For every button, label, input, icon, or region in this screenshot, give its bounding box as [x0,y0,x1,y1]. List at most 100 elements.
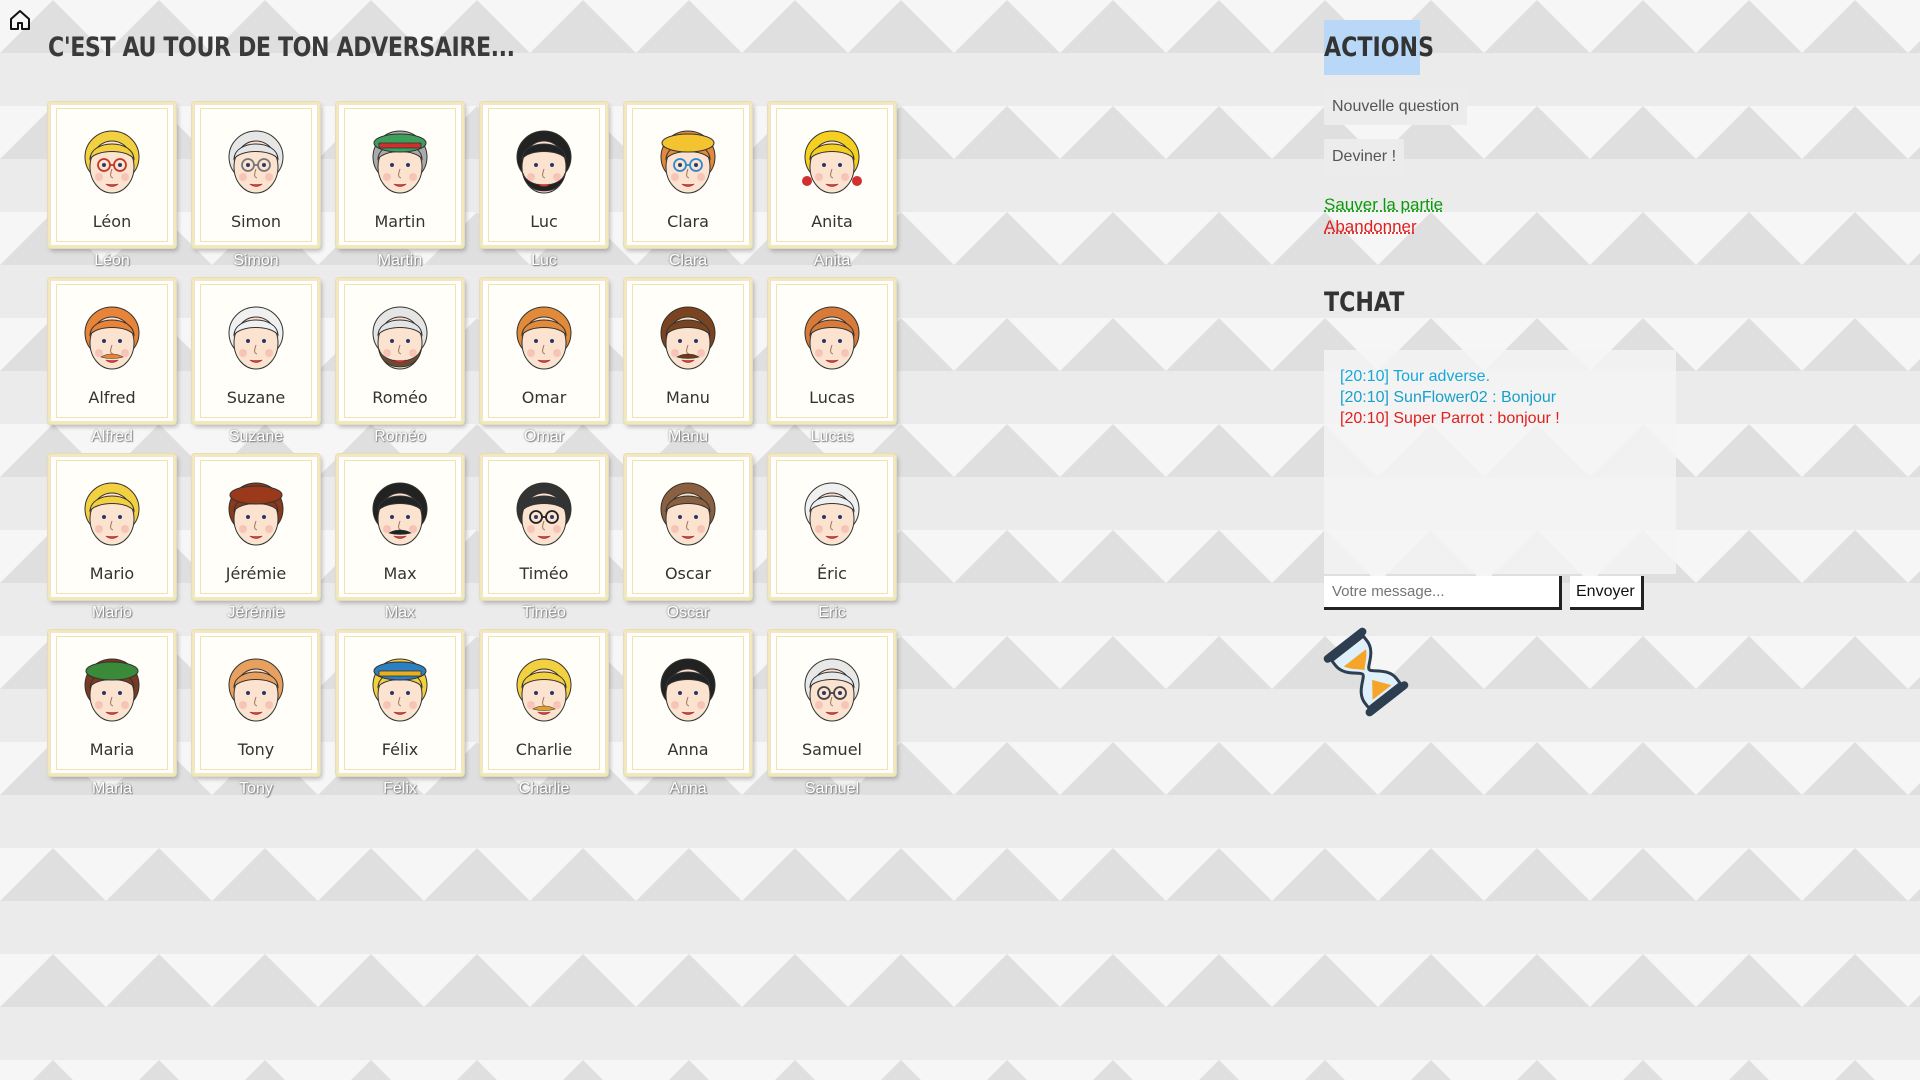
side-panel: ACTIONS Nouvelle question Deviner ! Sauv… [1323,20,1684,725]
character-card[interactable]: Omar Omar [480,278,608,445]
character-card[interactable]: Mario Mario [48,454,176,621]
chat-message: [20:10] Super Parrot : bonjour ! [1340,410,1560,427]
character-card[interactable]: Tony Tony [192,630,320,797]
character-portrait [372,482,428,546]
card-inner: Oscar [632,460,744,594]
character-card[interactable]: Jérémie Jérémie [192,454,320,621]
card-caption: Mario [91,604,132,621]
character-portrait [372,130,428,194]
character-portrait [228,658,284,722]
save-game-link[interactable]: Sauver la partie [1324,195,1684,215]
character-portrait [516,306,572,370]
character-card[interactable]: Léon Léon [48,102,176,269]
character-card[interactable]: Clara Clara [624,102,752,269]
character-card[interactable]: Anna Anna [624,630,752,797]
card-inner: Roméo [344,284,456,418]
character-card[interactable]: Simon Simon [192,102,320,269]
character-portrait [660,482,716,546]
character-portrait [804,658,860,722]
card-name: Simon [230,212,282,231]
card-inner: Tony [200,636,312,770]
card-inner: Martin [344,108,456,242]
board-row: Maria Maria Tony Tony Félix Félix Charlie Charl… [48,630,908,797]
board-row: Mario Mario Jérémie Jérémie Max Max Timéo Timéo… [48,454,908,621]
board-row: Léon Léon Simon Simon Martin Martin Luc Luc Clar… [48,102,908,269]
card-inner: Alfred [56,284,168,418]
card-caption: Roméo [374,428,426,445]
card-name: Oscar [664,564,712,583]
card-inner: Jérémie [200,460,312,594]
card-inner: Max [344,460,456,594]
card-caption: Charlie [518,780,570,797]
card-inner: Lucas [776,284,888,418]
character-card[interactable]: Charlie Charlie [480,630,608,797]
card-name: Tony [237,740,275,759]
character-portrait [660,306,716,370]
character-portrait [84,130,140,194]
chat-log[interactable]: [20:10] Tour adverse. [20:10] SunFlower02… [1324,350,1676,574]
home-button[interactable] [8,8,32,32]
card-inner: Anita [776,108,888,242]
card-caption: Suzane [228,428,284,445]
card-caption: Maria [91,780,132,797]
character-card[interactable]: Éric Eric [768,454,896,621]
character-card[interactable]: Luc Luc [480,102,608,269]
card-caption: Tony [239,780,273,797]
card-caption: Max [384,604,416,621]
card-inner: Félix [344,636,456,770]
character-portrait [228,130,284,194]
card-caption: Félix [383,780,417,797]
send-button[interactable]: Envoyer [1570,576,1644,610]
new-question-button[interactable]: Nouvelle question [1324,89,1468,125]
character-card[interactable]: Alfred Alfred [48,278,176,445]
character-portrait [804,306,860,370]
guess-button[interactable]: Deviner ! [1324,139,1405,175]
abandon-link[interactable]: Abandonner [1324,217,1684,237]
card-name: Jérémie [225,564,287,583]
character-card[interactable]: Martin Martin [336,102,464,269]
character-card[interactable]: Roméo Roméo [336,278,464,445]
character-card[interactable]: Samuel Samuel [768,630,896,797]
card-caption: Anna [669,780,707,797]
character-portrait [660,658,716,722]
card-inner: Mario [56,460,168,594]
card-inner: Léon [56,108,168,242]
card-name: Clara [667,212,709,231]
card-name: Mario [89,564,135,583]
character-card[interactable]: Anita Anita [768,102,896,269]
card-caption: Omar [524,428,564,445]
character-portrait [516,482,572,546]
character-portrait [516,130,572,194]
card-name: Maria [89,740,135,759]
card-caption: Jérémie [227,604,285,621]
board-row: Alfred Alfred Suzane Suzane Roméo Roméo Omar Om… [48,278,908,445]
character-card[interactable]: Manu Manu [624,278,752,445]
card-inner: Anna [632,636,744,770]
card-caption: Oscar [666,604,710,621]
character-card[interactable]: Félix Félix [336,630,464,797]
character-portrait [804,482,860,546]
chat-heading-text: TCHAT [1324,287,1405,318]
chat-message-input[interactable] [1324,576,1562,610]
character-card[interactable]: Maria Maria [48,630,176,797]
card-name: Max [383,564,417,583]
actions-heading-text: ACTIONS [1324,32,1435,63]
card-inner: Samuel [776,636,888,770]
character-card[interactable]: Timéo Timéo [480,454,608,621]
character-card[interactable]: Oscar Oscar [624,454,752,621]
card-inner: Omar [488,284,600,418]
character-card[interactable]: Suzane Suzane [192,278,320,445]
character-portrait [84,658,140,722]
card-caption: Luc [531,252,557,269]
character-card[interactable]: Max Max [336,454,464,621]
card-inner: Manu [632,284,744,418]
character-card[interactable]: Lucas Lucas [768,278,896,445]
card-caption: Anita [813,252,851,269]
card-inner: Simon [200,108,312,242]
card-name: Charlie [515,740,573,759]
chat-message: [20:10] SunFlower02 : Bonjour [1340,389,1557,406]
card-caption: Clara [668,252,708,269]
card-name: Suzane [226,388,286,407]
card-name: Luc [530,212,558,231]
chat-message: [20:10] Tour adverse. [1340,368,1491,385]
